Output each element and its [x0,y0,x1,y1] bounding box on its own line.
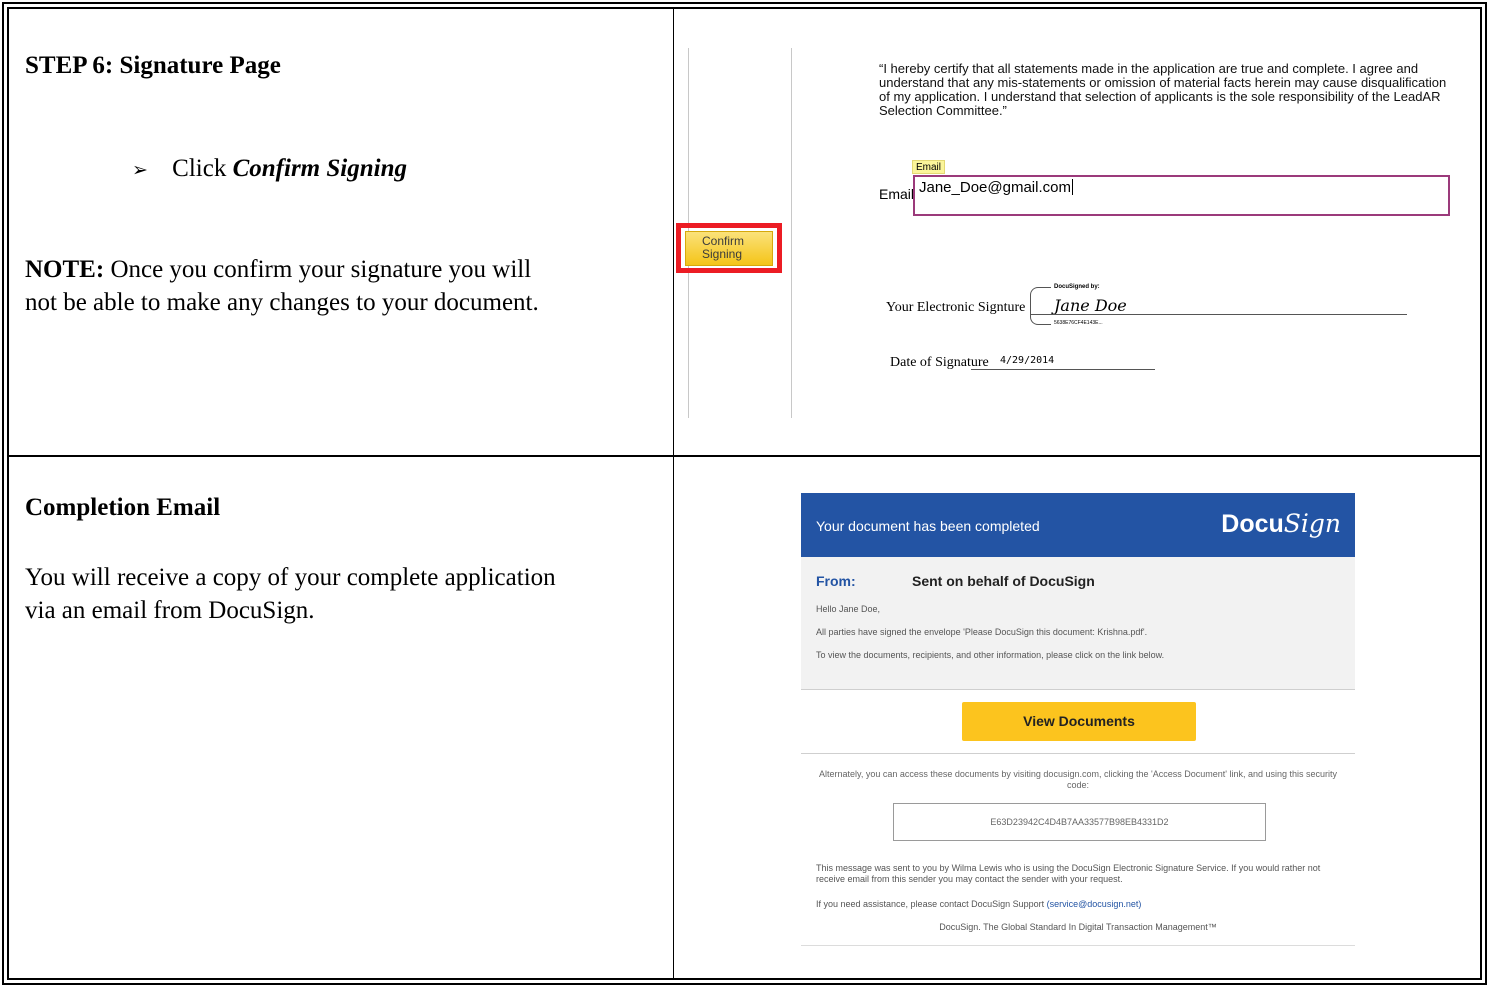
date-line [971,369,1155,370]
docusign-logo: DocuSign [1221,509,1341,539]
email-field-tag: Email [912,160,945,174]
completion-heading: Completion Email [25,494,221,521]
docusigned-caption: DocuSigned by: [1054,284,1100,290]
from-label: From: [816,573,856,589]
signed-line: All parties have signed the envelope 'Pl… [816,627,1148,637]
view-line: To view the documents, recipients, and o… [816,650,1165,660]
signature-id: 5638E76CF4E143E... [1054,320,1103,326]
tagline: DocuSign. The Global Standard In Digital… [939,922,1217,932]
text-caret [1071,179,1073,195]
view-documents-button[interactable]: View Documents [962,702,1196,741]
row-divider [9,455,1480,457]
from-value: Sent on behalf of DocuSign [912,573,1095,589]
step6-bullet: ➢ Click Confirm Signing [132,152,407,187]
alternate-text: Alternately, you can access these docume… [818,769,1337,790]
email-bottom-rule [801,945,1355,946]
completion-line1: You will receive a copy of your complete… [25,564,556,591]
bullet-prefix: Click [172,155,233,182]
certification-text: “I hereby certify that all statements ma… [879,61,1447,118]
signature-name: Jane Doe [1054,296,1127,315]
page-margin-right [791,48,792,418]
assist-text: If you need assistance, please contact D… [816,899,1047,909]
security-code: E63D23942C4D4B7AA33577B98EB4331D2 [893,803,1266,841]
date-value: 4/29/2014 [1000,355,1055,366]
email-label: Email [879,186,915,202]
confirm-signing-button[interactable]: Confirm Signing [685,231,773,266]
step6-heading: STEP 6: Signature Page [25,52,281,79]
logo-script: Sign [1283,509,1341,538]
note-line1: Once you confirm your signature you will [104,256,532,283]
column-divider [673,9,674,978]
bullet-action: Confirm Signing [232,155,407,182]
confirm-label-2: Signing [702,247,743,261]
note-label: NOTE: [25,256,105,283]
banner-title: Your document has been completed [816,518,1040,534]
completion-email: Your document has been completed DocuSig… [801,493,1355,946]
step6-note: NOTE: Once you confirm your signature yo… [25,253,665,319]
completion-text: You will receive a copy of your complete… [25,561,665,627]
arrow-bullet-icon: ➢ [132,159,148,181]
email-banner: Your document has been completed DocuSig… [801,493,1355,557]
sender-message: This message was sent to you by Wilma Le… [816,863,1321,884]
support-link[interactable]: (service@docusign.net) [1047,899,1142,909]
email-field[interactable]: Jane_Doe@gmail.com [913,175,1450,216]
greeting: Hello Jane Doe, [816,604,881,614]
signature-bracket [1030,287,1051,325]
email-separator [801,753,1355,754]
logo-text: Docu [1221,510,1284,538]
signature-label: Your Electronic Signture [886,300,1026,315]
email-value: Jane_Doe@gmail.com [919,179,1071,196]
signature-line [1031,314,1407,315]
email-separator [801,689,1355,690]
note-line2: not be able to make any changes to your … [25,289,539,316]
assist-line: If you need assistance, please contact D… [816,899,1346,910]
completion-line2: via an email from DocuSign. [25,597,315,624]
